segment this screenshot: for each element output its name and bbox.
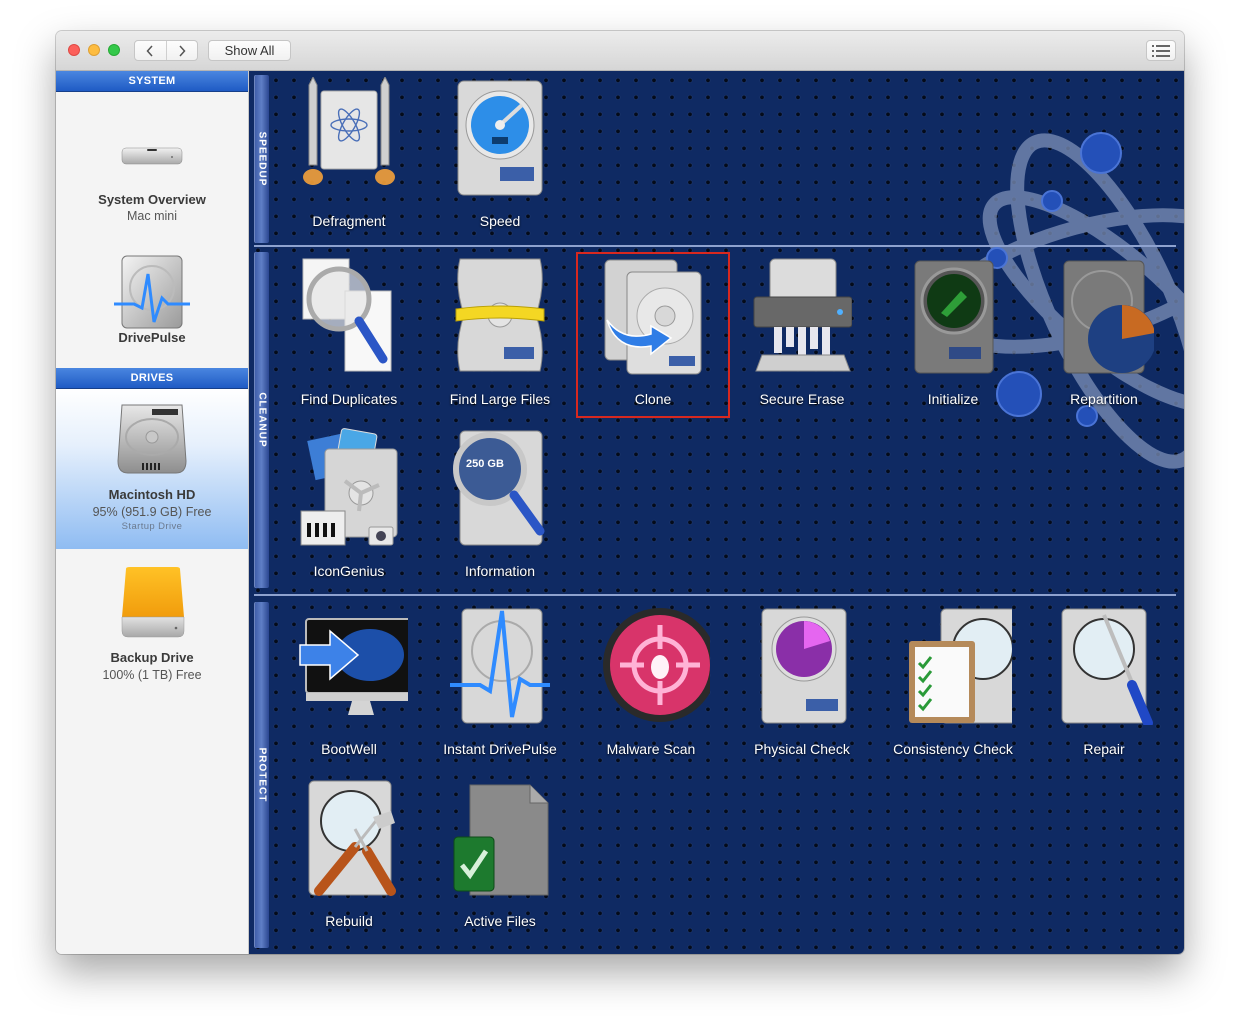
- tool-information[interactable]: 250 GB Information: [425, 421, 575, 593]
- clone-icon: [604, 259, 702, 375]
- tool-label: BootWell: [321, 741, 377, 757]
- tool-find-large-files[interactable]: Find Large Files: [425, 249, 575, 421]
- drives-section-header: DRIVES: [56, 368, 248, 389]
- list-view-button[interactable]: [1146, 40, 1176, 61]
- tool-secure-erase[interactable]: Secure Erase: [727, 249, 877, 421]
- tool-speed[interactable]: Speed: [425, 71, 575, 243]
- repartition-icon: [1063, 260, 1154, 374]
- tool-active-files[interactable]: Active Files: [425, 771, 575, 943]
- cleanup-section-tab: CLEANUP: [254, 252, 269, 588]
- tool-defragment[interactable]: Defragment: [274, 71, 424, 243]
- backup-drive-free-space: 100% (1 TB) Free: [102, 668, 202, 682]
- tool-label: Defragment: [312, 213, 386, 229]
- physical-check-icon: [761, 608, 847, 724]
- find-large-files-icon: [455, 258, 545, 372]
- tool-label: Information: [464, 563, 536, 579]
- secure-erase-icon: [753, 258, 852, 372]
- macintosh-hd-free-space: 95% (951.9 GB) Free: [92, 505, 212, 519]
- sidebar-item-drivepulse[interactable]: DrivePulse: [56, 242, 248, 367]
- tool-rebuild[interactable]: Rebuild: [274, 771, 424, 943]
- tool-label: Secure Erase: [759, 391, 845, 407]
- tool-clone[interactable]: Clone: [576, 252, 730, 418]
- system-section-header: SYSTEM: [56, 71, 248, 92]
- sidebar: SYSTEM System Overview Mac mini DrivePul…: [56, 71, 249, 954]
- macintosh-hd-title: Macintosh HD: [108, 487, 196, 502]
- system-overview-subtitle: Mac mini: [126, 209, 177, 223]
- backup-drive-title: Backup Drive: [110, 650, 194, 665]
- rebuild-icon: [308, 780, 396, 896]
- navigation-control: [134, 40, 198, 61]
- app-window: Show All SYSTEM System Overview Mac mini: [56, 31, 1184, 954]
- tool-label: Repartition: [1070, 391, 1138, 407]
- tool-initialize[interactable]: Initialize: [878, 249, 1028, 421]
- tool-find-duplicates[interactable]: Find Duplicates: [274, 249, 424, 421]
- repair-icon: [1061, 608, 1153, 725]
- sidebar-item-macintosh-hd[interactable]: Macintosh HD 95% (951.9 GB) Free Startup…: [56, 389, 248, 549]
- tool-label: Find Large Files: [449, 391, 551, 407]
- tool-consistency-check[interactable]: Consistency Check: [878, 599, 1028, 771]
- startup-drive-label: Startup Drive: [121, 521, 183, 532]
- titlebar: Show All: [56, 31, 1184, 71]
- tool-malware-scan[interactable]: Malware Scan: [576, 599, 726, 771]
- zoom-window-button[interactable]: [108, 44, 120, 56]
- section-divider: [254, 245, 1176, 247]
- tool-icongenius[interactable]: IconGenius: [274, 421, 424, 593]
- system-overview-title: System Overview: [98, 192, 206, 207]
- close-window-button[interactable]: [68, 44, 80, 56]
- tool-label: Initialize: [927, 391, 979, 407]
- cleanup-section: CLEANUP Find Duplicates Find Large Files…: [249, 249, 1184, 597]
- tool-label: Find Duplicates: [300, 391, 398, 407]
- protect-section: PROTECT BootWell Instant DrivePulse Malw…: [249, 599, 1184, 954]
- bootwell-icon: [299, 618, 408, 715]
- instant-drivepulse-icon: [450, 608, 550, 724]
- svg-text:250 GB: 250 GB: [466, 458, 504, 470]
- sidebar-item-backup-drive[interactable]: Backup Drive 100% (1 TB) Free: [56, 549, 248, 699]
- icongenius-icon: [300, 428, 398, 546]
- drivepulse-title: DrivePulse: [118, 330, 186, 345]
- tool-repartition[interactable]: Repartition: [1029, 249, 1179, 421]
- information-icon: 250 GB: [453, 430, 545, 546]
- tool-label: Speed: [479, 213, 521, 229]
- forward-button[interactable]: [167, 41, 198, 60]
- chevron-left-icon: [146, 44, 153, 57]
- tool-label: Rebuild: [325, 913, 373, 929]
- tool-repair[interactable]: Repair: [1029, 599, 1179, 771]
- tool-label: Consistency Check: [893, 741, 1013, 757]
- speed-gauge-icon: [457, 80, 543, 196]
- tool-instant-drivepulse[interactable]: Instant DrivePulse: [425, 599, 575, 771]
- malware-scan-icon: [603, 608, 710, 722]
- tool-label: Physical Check: [754, 741, 850, 757]
- back-button[interactable]: [135, 41, 167, 60]
- tool-label: Instant DrivePulse: [443, 741, 557, 757]
- show-all-button[interactable]: Show All: [208, 40, 291, 61]
- initialize-icon: [914, 260, 994, 374]
- tool-label: Active Files: [464, 913, 536, 929]
- tools-panel: SPEEDUP Defragment Speed CLEANUP Find Du…: [249, 71, 1184, 954]
- list-icon: [1152, 44, 1170, 57]
- protect-section-tab: PROTECT: [254, 602, 269, 948]
- section-divider: [254, 594, 1176, 596]
- tool-label: Malware Scan: [606, 741, 696, 757]
- hard-drive-icon: [117, 404, 187, 474]
- speedup-section-tab: SPEEDUP: [254, 75, 269, 243]
- tool-physical-check[interactable]: Physical Check: [727, 599, 877, 771]
- mac-mini-icon: [121, 147, 183, 165]
- tool-label: Repair: [1083, 741, 1125, 757]
- tool-bootwell[interactable]: BootWell: [274, 599, 424, 771]
- tool-label: Clone: [634, 391, 672, 407]
- external-drive-icon: [121, 567, 185, 638]
- minimize-window-button[interactable]: [88, 44, 100, 56]
- find-duplicates-icon: [302, 258, 392, 372]
- drivepulse-icon: [114, 255, 190, 329]
- active-files-icon: [453, 784, 549, 896]
- consistency-check-icon: [909, 608, 1012, 724]
- defragment-icon: [303, 77, 395, 185]
- tool-label: IconGenius: [313, 563, 385, 579]
- speedup-section: SPEEDUP Defragment Speed: [249, 71, 1184, 249]
- sidebar-item-system-overview[interactable]: System Overview Mac mini: [56, 92, 248, 242]
- chevron-right-icon: [179, 44, 186, 57]
